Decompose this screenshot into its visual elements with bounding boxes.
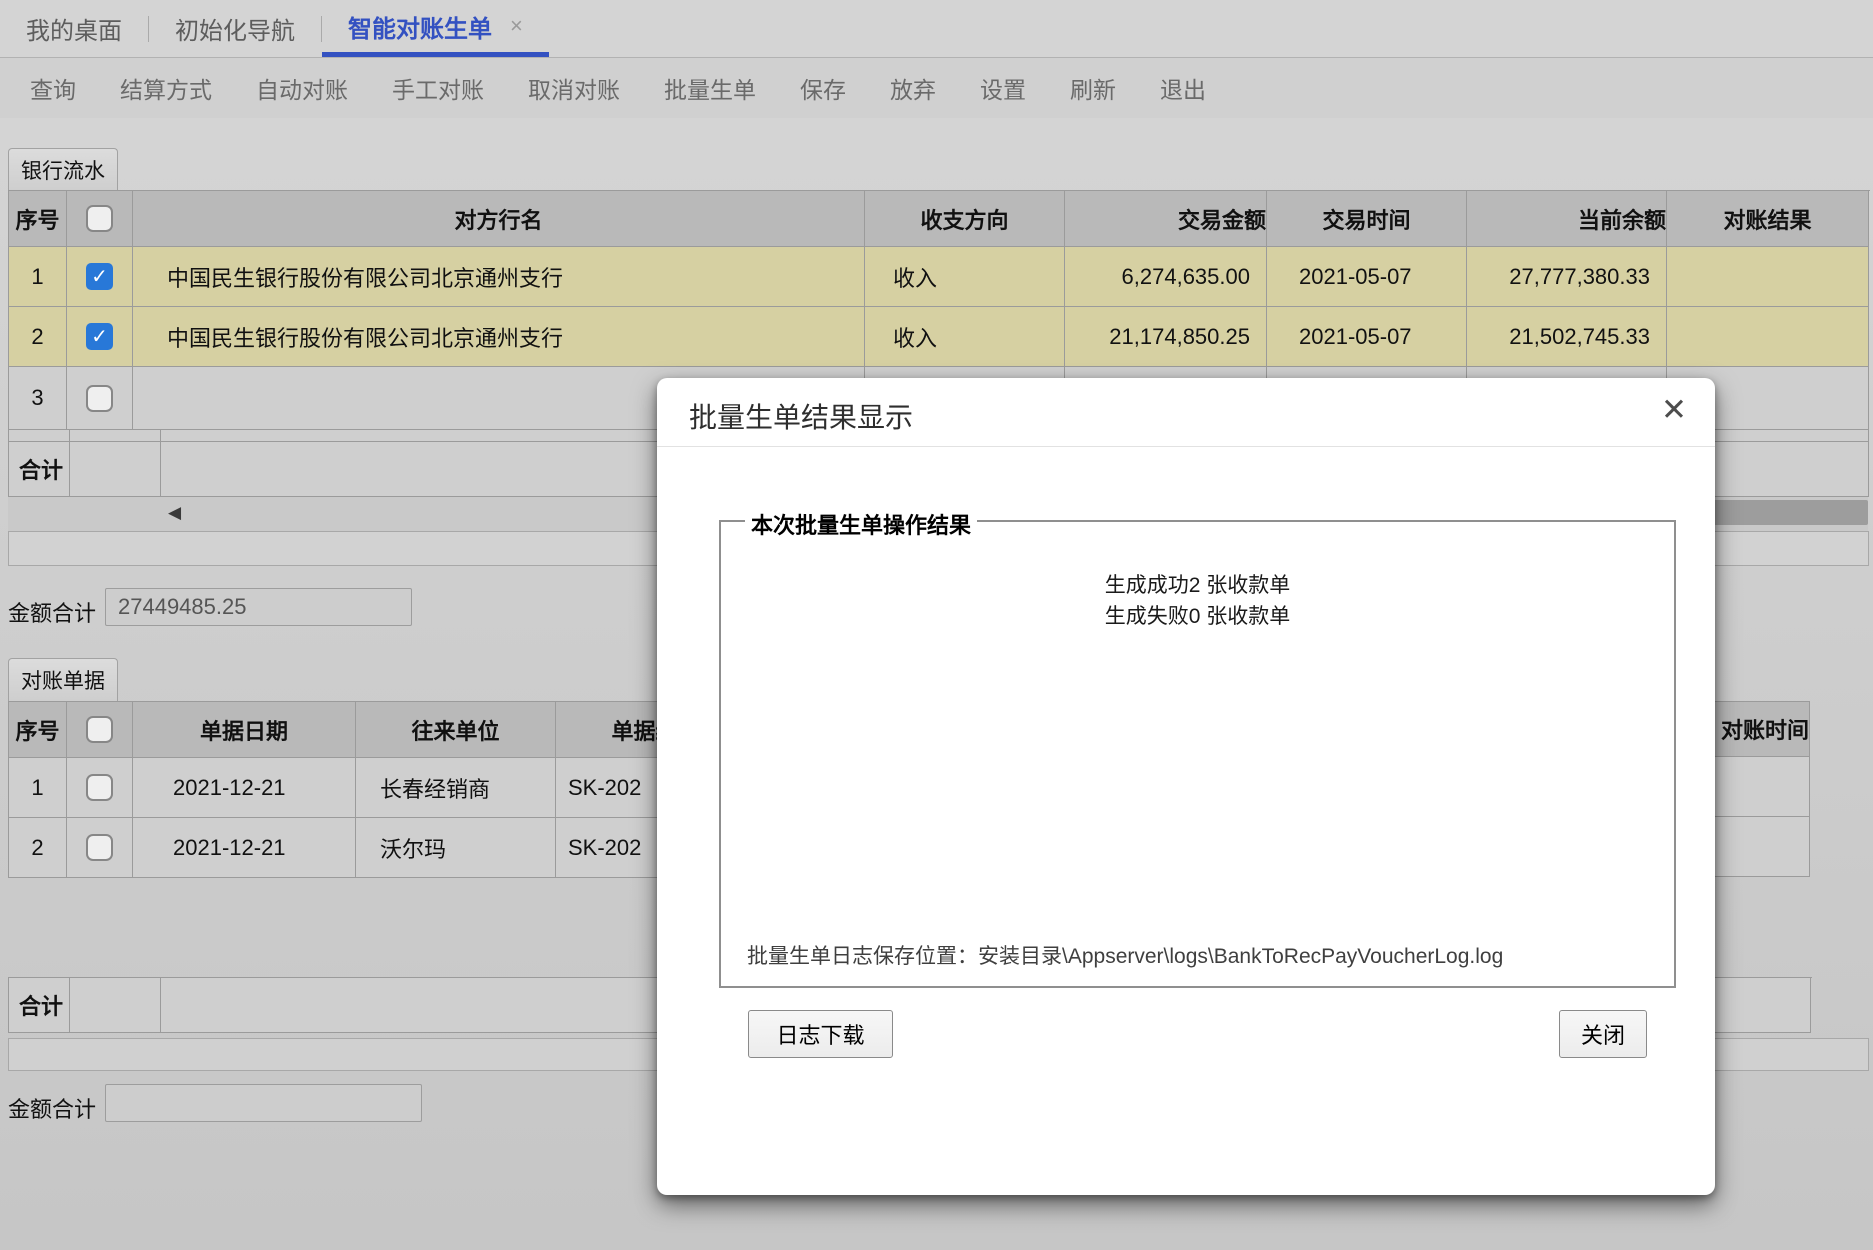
col-header-bank-name: 对方行名 xyxy=(133,191,865,247)
cell-doc-date: 2021-12-21 xyxy=(133,758,356,818)
tab-close-icon[interactable]: × xyxy=(510,13,523,39)
col-header-amount: 交易金额 xyxy=(1065,191,1267,247)
cell-result xyxy=(1667,247,1869,307)
col-header-seq: 序号 xyxy=(9,702,67,758)
cell-checkbox: ✓ xyxy=(67,247,133,307)
toolbar-refresh[interactable]: 刷新 xyxy=(1070,71,1116,105)
batch-result-dialog: 批量生单结果显示 ✕ 本次批量生单操作结果 生成成功2 张收款单 生成失败0 张… xyxy=(657,378,1715,1195)
log-download-button[interactable]: 日志下载 xyxy=(748,1010,893,1058)
toolbar-auto-reconcile[interactable]: 自动对账 xyxy=(256,71,348,105)
cell-result xyxy=(1667,307,1869,367)
bank-table-header-row: 序号 对方行名 收支方向 交易金额 交易时间 当前余额 对账结果 xyxy=(9,191,1870,247)
window-tab-bar: 我的桌面 初始化导航 智能对账生单 × xyxy=(0,0,1873,58)
bank-amount-total-input[interactable]: 27449485.25 xyxy=(105,588,412,626)
toolbar-save[interactable]: 保存 xyxy=(800,71,846,105)
col-header-doc-date: 单据日期 xyxy=(133,702,356,758)
toolbar-query[interactable]: 查询 xyxy=(30,71,76,105)
result-lines: 生成成功2 张收款单 生成失败0 张收款单 xyxy=(721,570,1674,632)
doc-table-row: 1 2021-12-21 长春经销商 SK-202 xyxy=(9,758,757,818)
col-header-select-all xyxy=(67,702,133,758)
cell-party: 沃尔玛 xyxy=(356,818,556,878)
row-checkbox[interactable]: ✓ xyxy=(86,263,113,290)
dialog-title-divider xyxy=(657,446,1715,447)
col-header-select-all xyxy=(67,191,133,247)
cell-bank-name: 中国民生银行股份有限公司北京通州支行 xyxy=(133,307,865,367)
cell-checkbox xyxy=(67,367,133,430)
doc-table-row: 2 2021-12-21 沃尔玛 SK-202 xyxy=(9,818,757,878)
cell-bank-name: 中国民生银行股份有限公司北京通州支行 xyxy=(133,247,865,307)
col-header-result: 对账结果 xyxy=(1667,191,1869,247)
select-all-checkbox[interactable] xyxy=(86,716,113,743)
checkbox-check-icon: ✓ xyxy=(91,264,108,289)
cell-seq: 2 xyxy=(9,307,67,367)
tab-init-nav[interactable]: 初始化导航 xyxy=(149,1,321,57)
checkbox-check-icon: ✓ xyxy=(91,324,108,349)
total-label: 合计 xyxy=(9,978,70,1033)
toolbar-cancel-reconcile[interactable]: 取消对账 xyxy=(528,71,620,105)
scroll-left-icon[interactable]: ◀ xyxy=(168,503,181,523)
bank-table-row: 1 ✓ 中国民生银行股份有限公司北京通州支行 收入 6,274,635.00 2… xyxy=(9,247,1870,307)
select-all-checkbox[interactable] xyxy=(86,205,113,232)
tab-my-desktop[interactable]: 我的桌面 xyxy=(0,1,148,57)
cell-time: 2021-05-07 xyxy=(1267,307,1467,367)
col-header-time: 交易时间 xyxy=(1267,191,1467,247)
cell-checkbox: ✓ xyxy=(67,307,133,367)
cell-seq: 1 xyxy=(9,758,67,818)
row-checkbox[interactable] xyxy=(86,385,113,412)
row-checkbox[interactable] xyxy=(86,774,113,801)
row-checkbox[interactable] xyxy=(86,834,113,861)
doc-amount-total-label: 金额合计 xyxy=(8,1092,96,1124)
cell-time: 2021-05-07 xyxy=(1267,247,1467,307)
row-checkbox[interactable]: ✓ xyxy=(86,323,113,350)
result-groupbox: 本次批量生单操作结果 生成成功2 张收款单 生成失败0 张收款单 批量生单日志保… xyxy=(719,520,1676,988)
toolbar-discard[interactable]: 放弃 xyxy=(890,71,936,105)
cell-checkbox xyxy=(67,818,133,878)
bank-table-row: 2 ✓ 中国民生银行股份有限公司北京通州支行 收入 21,174,850.25 … xyxy=(9,307,1870,367)
dialog-close-icon[interactable]: ✕ xyxy=(1661,392,1687,428)
doc-amount-total-input[interactable] xyxy=(105,1084,422,1122)
cell-amount: 21,174,850.25 xyxy=(1065,307,1267,367)
cell-party: 长春经销商 xyxy=(356,758,556,818)
cell-balance: 21,502,745.33 xyxy=(1467,307,1667,367)
toolbar-batch-generate[interactable]: 批量生单 xyxy=(664,71,756,105)
toolbar-settings[interactable]: 设置 xyxy=(980,71,1026,105)
total-label: 合计 xyxy=(9,442,70,497)
cell-seq: 1 xyxy=(9,247,67,307)
tab-smart-reconciliation[interactable]: 智能对账生单 × xyxy=(322,0,549,57)
col-header-direction: 收支方向 xyxy=(865,191,1065,247)
result-groupbox-title: 本次批量生单操作结果 xyxy=(745,508,977,540)
cell-seq: 2 xyxy=(9,818,67,878)
cell-direction: 收入 xyxy=(865,307,1065,367)
log-path-text: 批量生单日志保存位置：安装目录\Appserver\logs\BankToRec… xyxy=(747,940,1503,970)
cell-checkbox xyxy=(67,758,133,818)
dialog-title: 批量生单结果显示 xyxy=(689,396,913,436)
result-success-line: 生成成功2 张收款单 xyxy=(721,570,1674,601)
cell-amount: 6,274,635.00 xyxy=(1065,247,1267,307)
doc-section-tab[interactable]: 对账单据 xyxy=(8,658,118,701)
bank-flow-section-tab[interactable]: 银行流水 xyxy=(8,148,118,191)
cell-doc-date: 2021-12-21 xyxy=(133,818,356,878)
col-header-party: 往来单位 xyxy=(356,702,556,758)
bank-amount-total-label: 金额合计 xyxy=(8,596,96,628)
col-header-seq: 序号 xyxy=(9,191,67,247)
toolbar-exit[interactable]: 退出 xyxy=(1160,71,1206,105)
cell-seq: 3 xyxy=(9,367,67,430)
doc-table: 序号 单据日期 往来单位 单据编号 1 2021-12-21 长春经销商 SK-… xyxy=(8,701,757,878)
cell-direction: 收入 xyxy=(865,247,1065,307)
cell-balance: 27,777,380.33 xyxy=(1467,247,1667,307)
toolbar: 查询 结算方式 自动对账 手工对账 取消对账 批量生单 保存 放弃 设置 刷新 … xyxy=(0,58,1873,118)
result-fail-line: 生成失败0 张收款单 xyxy=(721,601,1674,632)
toolbar-settlement-method[interactable]: 结算方式 xyxy=(120,71,212,105)
toolbar-manual-reconcile[interactable]: 手工对账 xyxy=(392,71,484,105)
col-header-balance: 当前余额 xyxy=(1467,191,1667,247)
doc-table-header-row: 序号 单据日期 往来单位 单据编号 xyxy=(9,702,757,758)
close-button[interactable]: 关闭 xyxy=(1559,1010,1647,1058)
